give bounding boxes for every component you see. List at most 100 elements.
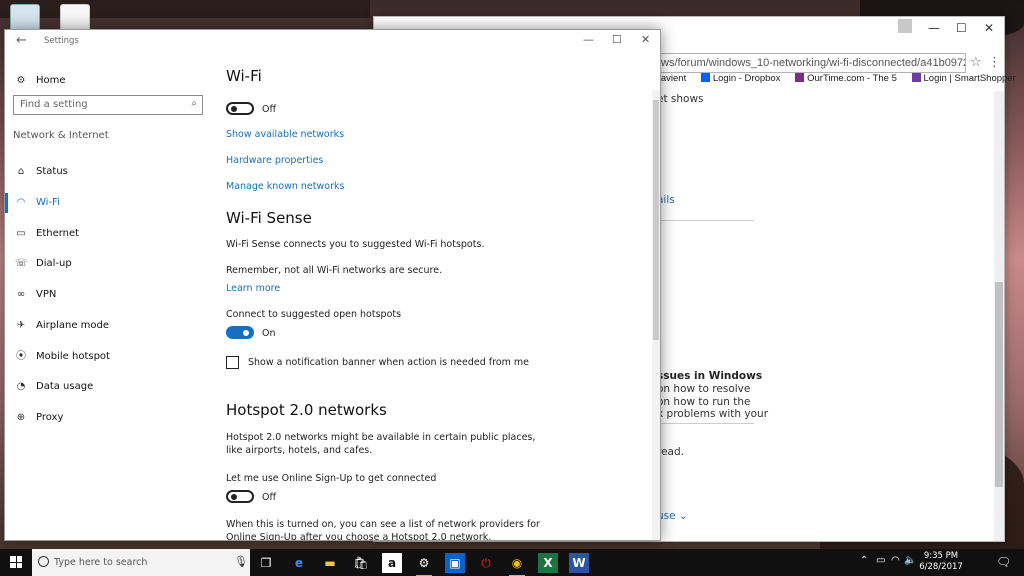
taskbar: Type here to search 🎙 ❐ e ▬ 🛍 a ⚙ ▣ ⏻ ◉ …: [0, 549, 1024, 576]
wifi-toggle-state: Off: [262, 104, 277, 115]
profile-avatar-icon[interactable]: [898, 19, 912, 33]
chevron-down-icon: ⌄: [675, 510, 688, 522]
settings-window[interactable]: ← Settings — ☐ ✕ ⚙ Home Find a setting ⌕…: [4, 29, 661, 541]
settings-app-icon[interactable]: ⚙: [414, 553, 434, 576]
sidebar-item-vpn[interactable]: ∞ VPN: [5, 282, 217, 308]
battery-icon[interactable]: ▭: [876, 555, 885, 566]
taskbar-search-box[interactable]: Type here to search 🎙: [32, 549, 250, 576]
notification-banner-label[interactable]: Show a notification banner when action i…: [248, 356, 529, 369]
page-heading: ssues in Windows: [657, 370, 763, 382]
sidebar-item-label: Home: [36, 75, 66, 86]
file-explorer-icon[interactable]: ▬: [320, 553, 340, 573]
chrome-icon[interactable]: ◉: [507, 553, 527, 576]
window-title: Settings: [44, 36, 79, 46]
search-input[interactable]: Find a setting ⌕: [13, 95, 203, 115]
ethernet-icon: ▭: [16, 228, 26, 239]
maximize-icon[interactable]: ☐: [612, 33, 622, 46]
learn-more-link[interactable]: Learn more: [226, 283, 280, 294]
connect-hotspots-state: On: [262, 328, 276, 339]
minimize-icon[interactable]: —: [928, 21, 940, 35]
sidebar-item-ethernet[interactable]: ▭ Ethernet: [5, 221, 217, 247]
hardware-properties-link[interactable]: Hardware properties: [226, 155, 323, 166]
sidebar-item-wifi[interactable]: ◠ Wi-Fi: [5, 190, 217, 216]
sidebar-item-home[interactable]: ⚙ Home: [5, 68, 217, 94]
wifi-sense-remember: Remember, not all Wi-Fi networks are sec…: [226, 265, 443, 276]
sidebar-item-label: Dial-up: [36, 258, 72, 269]
browser-scroll-thumb[interactable]: [995, 282, 1003, 487]
action-center-icon[interactable]: 🗨: [996, 555, 1011, 569]
clock-time: 9:35 PM: [923, 551, 959, 561]
sidebar-item-label: Ethernet: [36, 228, 80, 239]
sidebar-item-status[interactable]: ⌂ Status: [5, 159, 217, 185]
address-bar[interactable]: ws/forum/windows_10-networking/wi-fi-dis…: [654, 53, 966, 73]
sidebar-item-airplane-mode[interactable]: ✈ Airplane mode: [5, 313, 217, 339]
online-signup-toggle[interactable]: [226, 490, 254, 503]
sidebar-item-dialup[interactable]: ☏ Dial-up: [5, 251, 217, 277]
outlook-icon[interactable]: ▣: [445, 553, 465, 573]
show-available-networks-link[interactable]: Show available networks: [226, 129, 344, 140]
word-icon[interactable]: W: [569, 553, 589, 573]
page-text: read.: [657, 446, 684, 458]
home-icon: ⚙: [16, 75, 26, 86]
ourtime-icon: [795, 73, 805, 82]
page-title: Wi-Fi: [226, 67, 262, 85]
show-hidden-icons-icon[interactable]: ⌃: [860, 555, 868, 566]
bookmark-dropbox[interactable]: Login - Dropbox: [700, 73, 787, 84]
microphone-icon[interactable]: 🎙: [234, 555, 248, 568]
wifi-icon: ◠: [16, 197, 26, 208]
browser-menu-icon[interactable]: ⋮: [988, 55, 1001, 70]
hotspot-heading: Hotspot 2.0 networks: [226, 401, 387, 419]
connect-hotspots-toggle[interactable]: [226, 326, 254, 339]
bookmark-star-icon[interactable]: ☆: [970, 55, 982, 70]
sidebar-item-label: Status: [36, 166, 68, 177]
clock-date: 6/28/2017: [919, 562, 963, 572]
divider: [654, 423, 754, 424]
edge-icon[interactable]: e: [289, 553, 309, 573]
proxy-icon: ⊕: [16, 412, 26, 423]
close-icon[interactable]: ✕: [984, 21, 994, 35]
sidebar-item-proxy[interactable]: ⊕ Proxy: [5, 405, 217, 431]
settings-titlebar[interactable]: ← Settings — ☐ ✕: [5, 30, 660, 52]
close-icon[interactable]: ✕: [641, 33, 650, 46]
sidebar-item-label: Data usage: [36, 381, 94, 392]
hotspot-icon: ⦿: [16, 351, 26, 362]
task-view-icon[interactable]: ❐: [256, 553, 276, 573]
section-title: Network & Internet: [13, 130, 109, 141]
back-arrow-icon[interactable]: ←: [16, 33, 27, 48]
bookmark-smartshopper[interactable]: Login | SmartShopper: [911, 73, 1022, 84]
online-signup-label: Let me use Online Sign-Up to get connect…: [226, 473, 437, 484]
store-icon[interactable]: 🛍: [351, 553, 371, 573]
bookmark-ourtime[interactable]: OurTime.com - The 5: [795, 73, 903, 84]
bookmarks-bar: Navient Login - Dropbox OurTime.com - Th…: [654, 73, 1016, 91]
settings-scroll-thumb[interactable]: [653, 100, 659, 340]
sidebar-item-label: Airplane mode: [36, 320, 110, 331]
wifi-sense-heading: Wi-Fi Sense: [226, 209, 312, 227]
settings-sidebar: ⚙ Home Find a setting ⌕ Network & Intern…: [5, 52, 217, 540]
hotspot-description-2: like airports, hotels, and cafes.: [226, 445, 373, 456]
toggle-knob: [243, 329, 249, 336]
maximize-icon[interactable]: ☐: [956, 21, 967, 35]
power-app-icon[interactable]: ⏻: [476, 553, 496, 573]
start-button[interactable]: [0, 549, 32, 576]
amazon-icon[interactable]: a: [382, 553, 402, 573]
dropbox-icon: [700, 73, 710, 82]
search-icon: ⌕: [191, 98, 197, 109]
online-signup-state: Off: [262, 492, 277, 503]
sidebar-item-label: Mobile hotspot: [36, 351, 110, 362]
minimize-icon[interactable]: —: [583, 33, 594, 46]
network-icon[interactable]: ◠: [891, 555, 900, 566]
wifi-toggle[interactable]: [226, 102, 254, 115]
settings-content: Wi-Fi Off Show available networks Hardwa…: [226, 52, 646, 540]
clock[interactable]: 9:35 PM 6/28/2017: [910, 551, 972, 573]
manage-known-networks-link[interactable]: Manage known networks: [226, 181, 344, 192]
dialup-icon: ☏: [15, 258, 28, 269]
notification-banner-checkbox[interactable]: [226, 356, 239, 369]
page-text: on how to run the: [657, 396, 751, 408]
sidebar-item-data-usage[interactable]: ◔ Data usage: [5, 374, 217, 400]
page-link[interactable]: use ⌄: [657, 510, 688, 522]
smartshopper-icon: [911, 73, 921, 82]
excel-icon[interactable]: X: [538, 553, 558, 573]
vpn-icon: ∞: [16, 289, 26, 300]
sidebar-item-mobile-hotspot[interactable]: ⦿ Mobile hotspot: [5, 344, 217, 370]
taskbar-search-placeholder: Type here to search: [54, 557, 148, 568]
